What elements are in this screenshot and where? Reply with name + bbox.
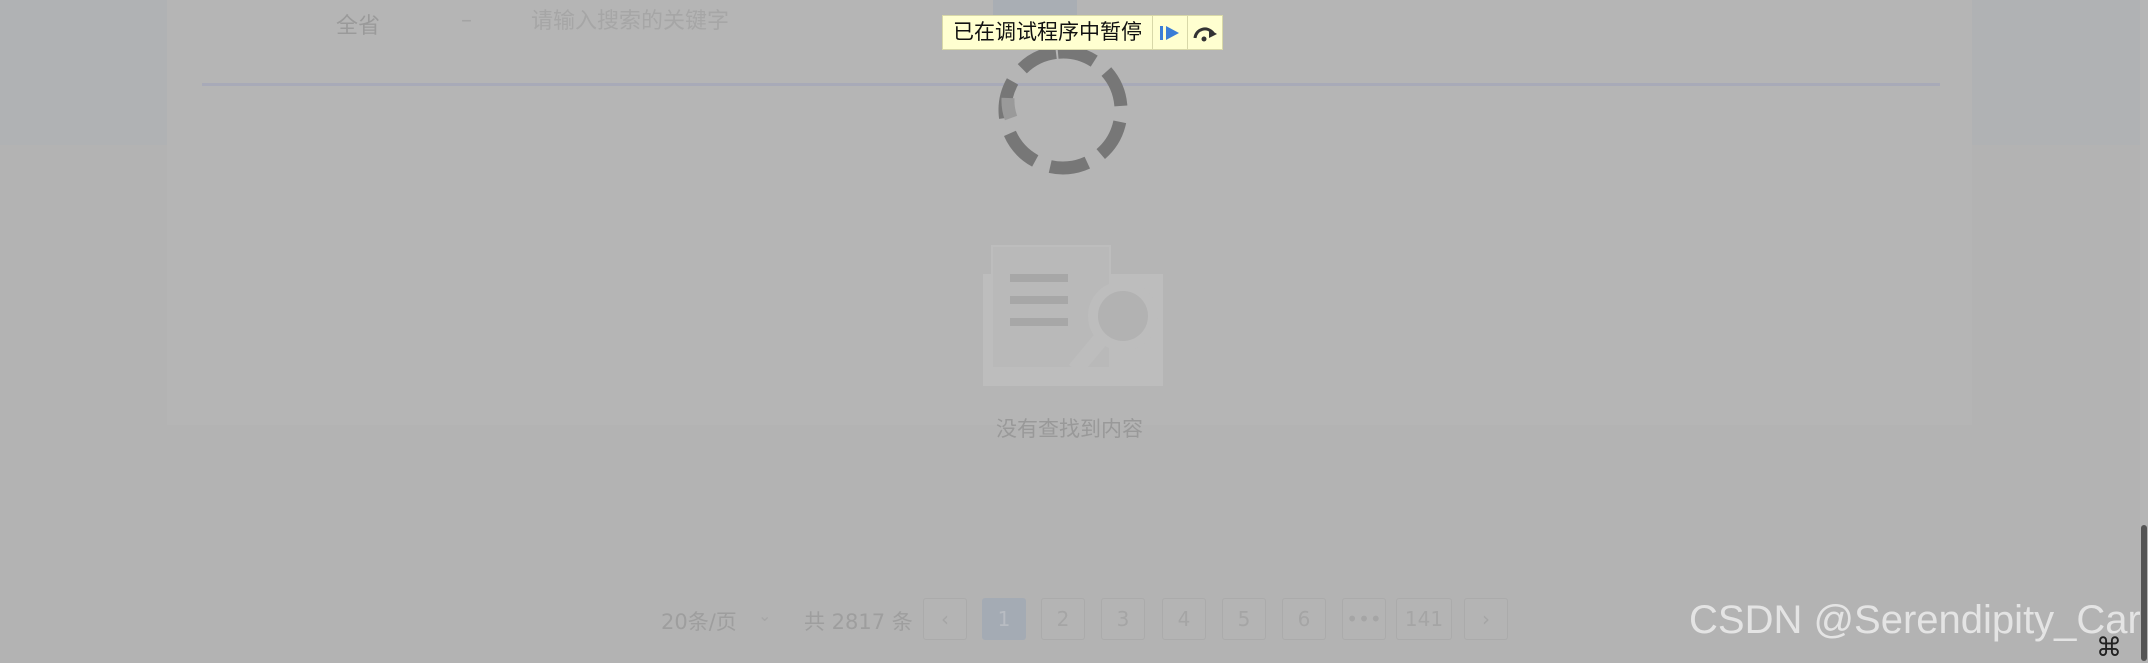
- left-side-strip: [0, 0, 167, 145]
- page-size-select[interactable]: 20条/页: [661, 606, 737, 636]
- region-select[interactable]: 全省: [336, 8, 380, 40]
- ellipsis-button[interactable]: •••: [1342, 598, 1386, 640]
- page-button-3[interactable]: 3: [1101, 598, 1145, 640]
- debugger-message: 已在调试程序中暂停: [953, 20, 1142, 44]
- total-count: 共 2817 条: [804, 610, 913, 634]
- play-resume-icon: [1160, 25, 1179, 40]
- command-icon: ⌘: [2096, 633, 2122, 663]
- next-page-button[interactable]: ›: [1464, 598, 1508, 640]
- empty-state-message: 没有查找到内容: [996, 417, 1143, 441]
- loading-spinner-icon: [998, 50, 1128, 175]
- search-input[interactable]: [531, 6, 931, 36]
- filter-separator: –: [461, 8, 472, 33]
- step-over-button[interactable]: [1187, 16, 1222, 49]
- watermark: CSDN @Serendipity_Carl: [1689, 598, 2148, 642]
- page-button-2[interactable]: 2: [1041, 598, 1085, 640]
- resume-button[interactable]: [1152, 16, 1187, 49]
- page-button-1[interactable]: 1: [982, 598, 1026, 640]
- page-button-5[interactable]: 5: [1222, 598, 1266, 640]
- right-side-strip: [1972, 0, 2148, 145]
- last-page-button[interactable]: 141: [1396, 598, 1452, 640]
- debugger-paused-banner: 已在调试程序中暂停: [942, 15, 1223, 50]
- page-button-4[interactable]: 4: [1162, 598, 1206, 640]
- step-over-icon: [1193, 26, 1217, 41]
- scrollbar-thumb[interactable]: [2141, 525, 2147, 661]
- page-button-6[interactable]: 6: [1282, 598, 1326, 640]
- prev-page-button[interactable]: ‹: [923, 598, 967, 640]
- chevron-down-icon[interactable]: ⌄: [758, 606, 771, 625]
- document-search-icon: [983, 245, 1163, 386]
